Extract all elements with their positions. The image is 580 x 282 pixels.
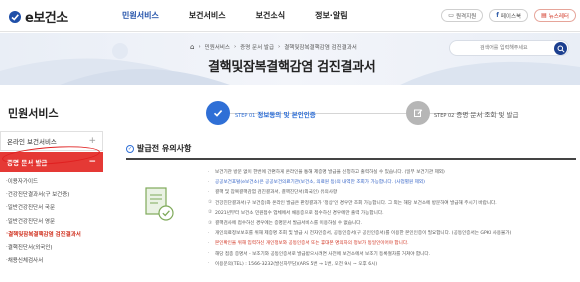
logo-icon: [8, 10, 22, 24]
notice-bullet: ·: [208, 230, 210, 236]
site-header: e보건소 민원서비스 보건서비스 보건소식 정보·알림 ▭ 원격지원 f 페이스북 …: [0, 0, 580, 32]
notice-line: · 본인확인을 위해 입력하신 개인정보와 공동인증서 또는 휴대폰 명의자의 정…: [208, 238, 574, 248]
notice-text: 결핵 및 잠복결핵감염 검진결과서, 결핵진단서(외국인) 유의사항: [215, 190, 338, 196]
home-icon[interactable]: ⌂: [190, 43, 194, 51]
sidebar-item-general-english[interactable]: · 일반건강진단서 영문: [0, 214, 103, 227]
notice-text: 보건기관 방문 없이 한번에 간편하게 온라인을 통해 제증명 발급을 신청하고…: [215, 170, 445, 176]
breadcrumb: ⌂ › 민원서비스 › 증명 문서 발급 › 결핵및잠복결핵감염 검진결과서: [190, 43, 357, 51]
notice-line: · 보건기관 방문 없이 한번에 간편하게 온라인을 통해 제증명 발급을 신청하…: [208, 167, 574, 177]
document-icon: [145, 187, 174, 221]
pencil-icon: [414, 109, 423, 117]
newsletter-link[interactable]: ▤ 뉴스레터: [534, 9, 576, 22]
breadcrumb-item[interactable]: 증명 문서 발급: [240, 43, 274, 51]
sidebar-item-tb-foreigner[interactable]: · 결핵진단서(외국인): [0, 240, 103, 253]
notice-text: 2021년부터 보건소 민원접수 업체에서 채용증으로 접수하신 경우에만 출력…: [215, 210, 384, 216]
news-icon: ▤: [541, 12, 547, 19]
nav-item-civil-service[interactable]: 민원서비스: [122, 10, 159, 21]
notice-text: 본인확인을 위해 입력하신 개인정보와 공동인증서 또는 휴대폰 명의자의 정보…: [215, 241, 409, 247]
facebook-icon: f: [496, 12, 499, 19]
notice-line: ① 건강진단결과서(구 보건증)와 온라인 발급은 판정결과가 '정상'인 경우만…: [208, 198, 574, 208]
notice-text: 해당 접종 증명서 - 보조기와 공동인증서로 발급받으시려면 사전에 보건소에…: [215, 251, 431, 257]
notice-bullet: ①: [208, 200, 213, 206]
search-button[interactable]: [554, 42, 567, 55]
notice-bullet: ·: [208, 251, 210, 257]
sidebar: 민원서비스 온라인 보건서비스 + 증명 문서 발급 − · 이용자가이드 · …: [0, 85, 103, 282]
notice-text: 건강진단결과서(구 보건증)와 온라인 발급은 판정결과가 '정상'인 경우만 …: [215, 200, 497, 206]
notice-text: 결핵검사에 접수하신 경우에는 증명문서 발급서비스를 이용하실 수 없습니다.: [215, 221, 362, 227]
step-1-label: STEP 01 정보동의 및 본인인증: [235, 111, 316, 119]
search-icon: [557, 45, 565, 53]
notice-text: 개인의료정보보호를 위해 제증명 조회 및 발급 시 전자인증서, 공동인증서(…: [215, 231, 512, 237]
nav-item-health-news[interactable]: 보건소식: [256, 10, 285, 21]
notice-bullet: ·: [208, 240, 210, 246]
step-2-label: STEP 02 증명 문서 조회 및 발급: [434, 111, 519, 119]
sidebar-item-user-guide[interactable]: · 이용자가이드: [0, 174, 103, 187]
sidebar-item-general-korean[interactable]: · 일반건강진단서 국문: [0, 201, 103, 214]
notice-bullet: ·: [208, 189, 210, 195]
step-indicator: STEP 01 정보동의 및 본인인증 STEP 02 증명 문서 조회 및 발급: [103, 100, 580, 128]
plus-icon: +: [88, 136, 96, 146]
notice-bullet: ·: [208, 179, 210, 185]
notice-line: · 이용문의(TEL) : 1566-3232(발신자부담)(ARS 5번 → 1…: [208, 259, 574, 269]
search-box: [449, 40, 569, 56]
step-1-badge: [206, 101, 230, 125]
notice-line: ③ 결핵검사에 접수하신 경우에는 증명문서 발급서비스를 이용하실 수 없습니다…: [208, 218, 574, 228]
notice-bullet: ③: [208, 220, 213, 226]
notice-bullet: ·: [208, 169, 210, 175]
minus-icon: −: [88, 157, 96, 167]
notice-title: ✓ 발급전 유의사항: [126, 144, 192, 153]
sidebar-group-certificate[interactable]: 증명 문서 발급 −: [0, 152, 103, 172]
nav-item-info[interactable]: 정보·알림: [315, 10, 347, 21]
remote-support-link[interactable]: ▭ 원격지원: [441, 9, 484, 22]
nav-item-health-service[interactable]: 보건서비스: [189, 10, 226, 21]
notice-line: ② 2021년부터 보건소 민원접수 업체에서 채용증으로 접수하신 경우에만 출…: [208, 208, 574, 218]
search-input[interactable]: [450, 41, 545, 55]
breadcrumb-item[interactable]: 민원서비스: [205, 43, 230, 51]
notice-lines: · 보건기관 방문 없이 한번에 간편하게 온라인을 통해 제증명 발급을 신청하…: [208, 167, 574, 269]
notice-bullet: ·: [208, 261, 210, 267]
page-title: 결핵및잠복결핵감염 검진결과서: [208, 60, 376, 75]
main-nav: 민원서비스 보건서비스 보건소식 정보·알림: [122, 10, 378, 21]
top-links: ▭ 원격지원 f 페이스북 ▤ 뉴스레터: [441, 9, 576, 22]
notice-line: · 공공보건포털(e보건소)은 공공보건의료기관(보건소, 의료원 등)의 내역만…: [208, 177, 574, 187]
check-icon: [213, 110, 223, 117]
check-circle-icon: ✓: [126, 144, 134, 153]
printer-icon: ▭: [448, 12, 454, 19]
breadcrumb-item[interactable]: 결핵및잠복결핵감염 검진결과서: [284, 43, 357, 51]
notice-line: · 해당 접종 증명서 - 보조기와 공동인증서로 발급받으시려면 사전에 보건소…: [208, 249, 574, 259]
sidebar-item-tb-result[interactable]: · 결핵및잠복결핵감염 검진결과서: [0, 227, 103, 240]
sidebar-item-employment-exam[interactable]: · 채용신체검사서: [0, 254, 103, 267]
sidebar-group-online-service[interactable]: 온라인 보건서비스 +: [0, 131, 103, 151]
notice-box: · 보건기관 방문 없이 한번에 간편하게 온라인을 통해 제증명 발급을 신청하…: [126, 158, 576, 282]
logo-text: e보건소: [25, 11, 68, 26]
notice-line: · 결핵 및 잠복결핵감염 검진결과서, 결핵진단서(외국인) 유의사항: [208, 187, 574, 197]
notice-bullet: ②: [208, 210, 213, 216]
notice-line: · 개인의료정보보호를 위해 제증명 조회 및 발급 시 전자인증서, 공동인증서…: [208, 228, 574, 238]
facebook-link[interactable]: f 페이스북: [489, 9, 529, 22]
sidebar-item-health-certificate[interactable]: · 건강진단결과서(구 보건증): [0, 187, 103, 200]
site-logo[interactable]: e보건소: [8, 7, 68, 26]
notice-text: 이용문의(TEL) : 1566-3232(발신자부담)(ARS 5번 → 1번…: [215, 261, 378, 267]
step-2-badge: [406, 101, 430, 125]
sidebar-sub-list: · 이용자가이드 · 건강진단결과서(구 보건증) · 일반건강진단서 국문 ·…: [0, 174, 103, 267]
sidebar-title: 민원서비스: [8, 107, 59, 120]
notice-text: 공공보건포털(e보건소)은 공공보건의료기관(보건소, 의료원 등)의 내역만 …: [215, 180, 425, 186]
